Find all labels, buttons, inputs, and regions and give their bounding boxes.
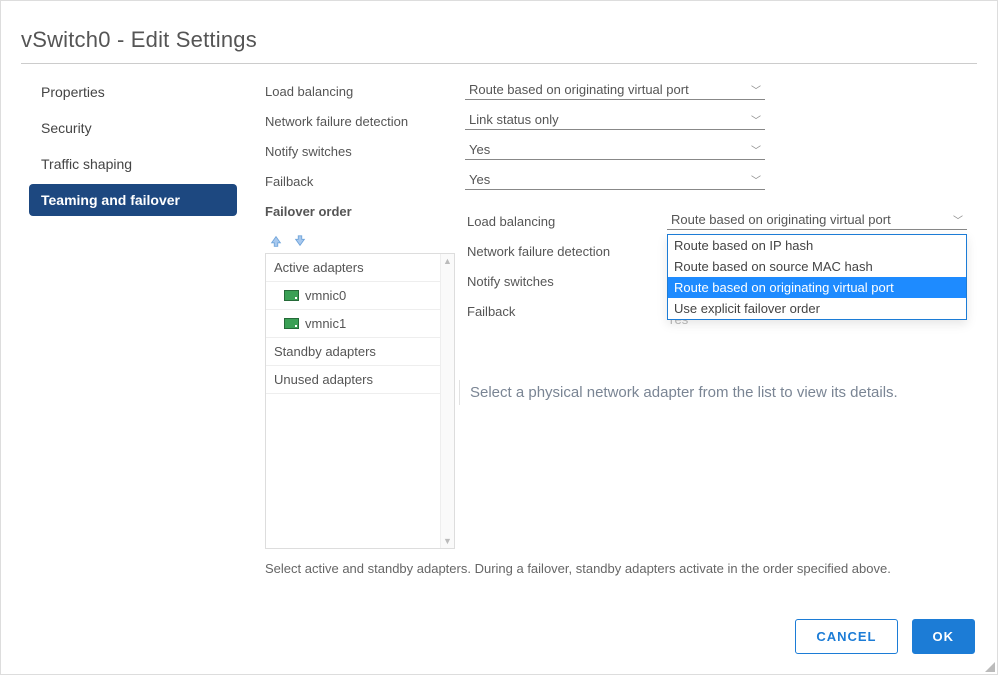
select-failure-detection[interactable]: Link status only ﹀ bbox=[465, 112, 765, 130]
adapter-item-label: vmnic1 bbox=[305, 316, 346, 331]
nested-label-notify-switches: Notify switches bbox=[467, 274, 667, 289]
select-notify-switches-value: Yes bbox=[469, 142, 490, 157]
resize-handle[interactable] bbox=[983, 660, 995, 672]
select-failure-detection-value: Link status only bbox=[469, 112, 559, 127]
chevron-down-icon: ﹀ bbox=[751, 142, 761, 157]
side-nav: Properties Security Traffic shaping Team… bbox=[21, 72, 237, 576]
nested-label-failback: Failback bbox=[467, 304, 667, 319]
divider bbox=[21, 63, 977, 64]
nic-icon bbox=[284, 290, 299, 301]
nested-label-failure-detection: Network failure detection bbox=[467, 244, 667, 259]
move-down-button[interactable] bbox=[293, 234, 307, 251]
select-failback[interactable]: Yes ﹀ bbox=[465, 172, 765, 190]
adapter-section-unused[interactable]: Unused adapters bbox=[266, 366, 454, 394]
adapter-item[interactable]: vmnic0 bbox=[266, 282, 454, 310]
select-load-balancing[interactable]: Route based on originating virtual port … bbox=[465, 82, 765, 100]
scroll-up-icon[interactable]: ▲ bbox=[441, 256, 454, 266]
label-failure-detection: Network failure detection bbox=[265, 114, 465, 129]
adapter-list[interactable]: Active adapters vmnic0 vmnic1 Standby ad… bbox=[265, 253, 455, 549]
chevron-down-icon: ﹀ bbox=[953, 212, 963, 227]
failover-hint: Select active and standby adapters. Duri… bbox=[265, 561, 973, 576]
select-load-balancing-value: Route based on originating virtual port bbox=[469, 82, 689, 97]
label-failover-order: Failover order bbox=[265, 204, 465, 219]
nested-select-load-balancing-value: Route based on originating virtual port bbox=[671, 212, 891, 227]
label-failback: Failback bbox=[265, 174, 465, 189]
dropdown-option[interactable]: Use explicit failover order bbox=[668, 298, 966, 319]
nav-item-properties[interactable]: Properties bbox=[29, 76, 237, 108]
adapter-item-label: vmnic0 bbox=[305, 288, 346, 303]
select-failback-value: Yes bbox=[469, 172, 490, 187]
dropdown-option-selected[interactable]: Route based on originating virtual port bbox=[668, 277, 966, 298]
label-notify-switches: Notify switches bbox=[265, 144, 465, 159]
nic-icon bbox=[284, 318, 299, 329]
move-up-button[interactable] bbox=[269, 234, 283, 251]
chevron-down-icon: ﹀ bbox=[751, 172, 761, 187]
dialog-footer: CANCEL OK bbox=[795, 619, 975, 654]
nav-item-teaming-and-failover[interactable]: Teaming and failover bbox=[29, 184, 237, 216]
chevron-down-icon: ﹀ bbox=[751, 112, 761, 127]
load-balancing-dropdown[interactable]: Route based on IP hash Route based on so… bbox=[667, 234, 967, 320]
chevron-down-icon: ﹀ bbox=[751, 82, 761, 97]
label-load-balancing: Load balancing bbox=[265, 84, 465, 99]
dropdown-option[interactable]: Route based on IP hash bbox=[668, 235, 966, 256]
adapter-item[interactable]: vmnic1 bbox=[266, 310, 454, 338]
scrollbar[interactable]: ▲ ▼ bbox=[440, 254, 454, 548]
nested-label-load-balancing: Load balancing bbox=[467, 214, 667, 229]
select-notify-switches[interactable]: Yes ﹀ bbox=[465, 142, 765, 160]
dropdown-option[interactable]: Route based on source MAC hash bbox=[668, 256, 966, 277]
adapter-detail-placeholder: Select a physical network adapter from t… bbox=[459, 380, 949, 405]
adapter-section-standby[interactable]: Standby adapters bbox=[266, 338, 454, 366]
nav-item-traffic-shaping[interactable]: Traffic shaping bbox=[29, 148, 237, 180]
nav-item-security[interactable]: Security bbox=[29, 112, 237, 144]
adapter-section-active[interactable]: Active adapters bbox=[266, 254, 454, 282]
dialog-title: vSwitch0 - Edit Settings bbox=[21, 27, 977, 53]
nested-select-load-balancing[interactable]: Route based on originating virtual port … bbox=[667, 212, 967, 230]
cancel-button[interactable]: CANCEL bbox=[795, 619, 897, 654]
ok-button[interactable]: OK bbox=[912, 619, 976, 654]
scroll-down-icon[interactable]: ▼ bbox=[441, 536, 454, 546]
